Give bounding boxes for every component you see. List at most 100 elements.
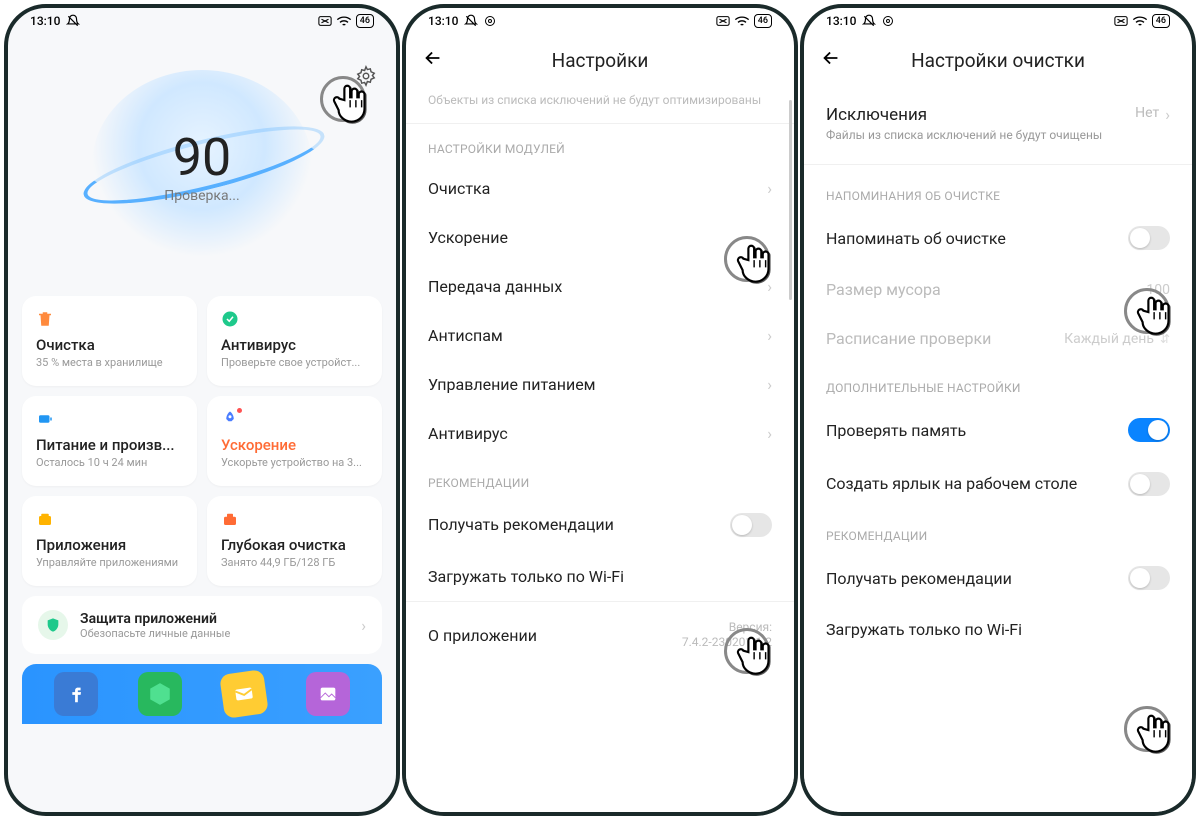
- trash-icon: [36, 310, 54, 328]
- toggle-off[interactable]: [1128, 226, 1170, 250]
- check-icon: [221, 310, 239, 328]
- row-shortcut[interactable]: Создать ярлык на рабочем столе: [804, 457, 1192, 511]
- statusbar: 13:10 46: [804, 8, 1192, 34]
- row-exclusions[interactable]: Исключения Файлы из списка исключений не…: [804, 90, 1192, 158]
- card-sub: Осталось 10 ч 24 мин: [36, 456, 183, 469]
- divider: [804, 164, 1192, 165]
- row-schedule: Расписание проверки Каждый день ⇵: [804, 314, 1192, 363]
- shield-icon: [38, 610, 68, 640]
- statusbar: 13:10 46: [406, 8, 794, 34]
- no-sim-icon: [1114, 15, 1128, 27]
- gear-small-icon: [484, 15, 496, 27]
- card-sub: 35 % места в хранилище: [36, 356, 183, 369]
- card-battery[interactable]: Питание и произв... Осталось 10 ч 24 мин: [22, 396, 197, 486]
- card-apps[interactable]: Приложения Управляйте приложениями: [22, 496, 197, 586]
- facebook-icon: [54, 672, 98, 716]
- row-wifi-only[interactable]: Загружать только по Wi-Fi: [406, 552, 794, 601]
- phone-cleaner-settings: 13:10 46 Настройки очистки Исключения Фа…: [800, 4, 1196, 816]
- section-header-reminders: НАПОМИНАНИЯ ОБ ОЧИСТКЕ: [804, 171, 1192, 211]
- card-cleaner[interactable]: Очистка 35 % места в хранилище: [22, 296, 197, 386]
- row-boost[interactable]: Ускорение: [406, 213, 794, 262]
- exclusions-title: Исключения: [826, 105, 1135, 125]
- hexagon-icon: [138, 672, 182, 716]
- toggle-off[interactable]: [1128, 566, 1170, 590]
- image-icon: [306, 672, 350, 716]
- cleaner-settings-list[interactable]: Исключения Файлы из списка исключений не…: [804, 90, 1192, 812]
- exclusions-value: Нет: [1135, 105, 1159, 121]
- back-button[interactable]: [820, 48, 844, 72]
- section-header-recommendations: РЕКОМЕНДАЦИИ: [804, 511, 1192, 551]
- updown-icon: ⇵: [1160, 332, 1170, 346]
- row-remind[interactable]: Напоминать об очистке: [804, 211, 1192, 265]
- version-text: Версия:7.4.2-230201.1.2: [682, 620, 772, 651]
- toggle-off[interactable]: [1128, 472, 1170, 496]
- page-header: Настройки очистки: [804, 34, 1192, 90]
- chevron-right-icon: ›: [767, 179, 772, 198]
- toolbox-icon: [221, 510, 239, 528]
- dnd-icon: [862, 14, 876, 28]
- status-time: 13:10: [30, 14, 60, 28]
- row-cleaner[interactable]: Очистка›: [406, 164, 794, 213]
- row-about[interactable]: О приложении Версия:7.4.2-230201.1.2: [406, 601, 794, 669]
- battery-level: 46: [356, 14, 374, 28]
- app-protection-row[interactable]: Защита приложений Обезопасьте личные дан…: [22, 596, 382, 654]
- card-boost[interactable]: Ускорение Ускорьте устройство на 3...: [207, 396, 382, 486]
- statusbar: 13:10 46: [8, 8, 396, 34]
- mail-icon: [219, 669, 269, 719]
- row-check-memory[interactable]: Проверять память: [804, 403, 1192, 457]
- app-protect-title: Защита приложений: [80, 611, 349, 627]
- phone-security-home: 13:10 46 90 Прове: [4, 4, 400, 816]
- dnd-icon: [66, 14, 80, 28]
- battery-icon: [36, 410, 54, 428]
- row-get-recommendations[interactable]: Получать рекомендации: [804, 551, 1192, 605]
- card-title: Приложения: [36, 536, 183, 554]
- status-time: 13:10: [826, 14, 856, 28]
- page-header: Настройки: [406, 34, 794, 90]
- phone-settings: 13:10 46 Настройки Объекты из списка иск…: [402, 4, 798, 816]
- row-junk-size: Размер мусора 100: [804, 265, 1192, 314]
- feature-cards-grid: Очистка 35 % места в хранилище Антивирус…: [22, 296, 382, 586]
- row-antivirus[interactable]: Антивирус›: [406, 409, 794, 458]
- score-value: 90: [173, 127, 231, 188]
- security-score-orb[interactable]: 90 Проверка...: [22, 40, 382, 290]
- card-antivirus[interactable]: Антивирус Проверьте свое устройст...: [207, 296, 382, 386]
- notification-dot-icon: [237, 408, 242, 413]
- row-antispam[interactable]: Антиспам›: [406, 311, 794, 360]
- chevron-right-icon: ›: [767, 424, 772, 443]
- back-button[interactable]: [422, 48, 446, 72]
- toggle-off[interactable]: [730, 513, 772, 537]
- card-sub: Занято 44,9 ГБ/128 ГБ: [221, 556, 368, 569]
- wifi-icon: [1132, 15, 1148, 27]
- app-protect-sub: Обезопасьте личные данные: [80, 627, 349, 640]
- card-sub: Ускорьте устройство на 3...: [221, 456, 368, 469]
- card-title: Очистка: [36, 336, 183, 354]
- battery-level: 46: [1152, 14, 1170, 28]
- chevron-right-icon: ›: [767, 277, 772, 296]
- card-sub: Проверьте свое устройст...: [221, 356, 368, 369]
- promo-strip[interactable]: [22, 664, 382, 724]
- card-sub: Управляйте приложениями: [36, 556, 183, 569]
- chevron-right-icon: ›: [767, 375, 772, 394]
- status-time: 13:10: [428, 14, 458, 28]
- row-power[interactable]: Управление питанием›: [406, 360, 794, 409]
- card-deep-clean[interactable]: Глубокая очистка Занято 44,9 ГБ/128 ГБ: [207, 496, 382, 586]
- exclusions-note: Объекты из списка исключений не будут оп…: [406, 90, 794, 124]
- card-title: Питание и произв...: [36, 436, 183, 454]
- dnd-icon: [464, 14, 478, 28]
- chevron-right-icon: ›: [1165, 105, 1170, 124]
- row-wifi-only[interactable]: Загружать только по Wi-Fi: [804, 605, 1192, 654]
- exclusions-sub: Файлы из списка исключений не будут очищ…: [826, 127, 1135, 143]
- wifi-icon: [336, 15, 352, 27]
- toggle-on[interactable]: [1128, 418, 1170, 442]
- score-status: Проверка...: [164, 188, 239, 204]
- section-header-recommendations: РЕКОМЕНДАЦИИ: [406, 458, 794, 498]
- card-title: Глубокая очистка: [221, 536, 368, 554]
- settings-list[interactable]: Объекты из списка исключений не будут оп…: [406, 90, 794, 812]
- arrow-left-icon: [422, 47, 444, 73]
- row-data[interactable]: Передача данных›: [406, 262, 794, 311]
- section-header-extra: ДОПОЛНИТЕЛЬНЫЕ НАСТРОЙКИ: [804, 363, 1192, 403]
- page-title: Настройки очистки: [804, 49, 1192, 72]
- rocket-icon: [221, 410, 239, 428]
- row-get-recommendations[interactable]: Получать рекомендации: [406, 498, 794, 552]
- no-sim-icon: [716, 15, 730, 27]
